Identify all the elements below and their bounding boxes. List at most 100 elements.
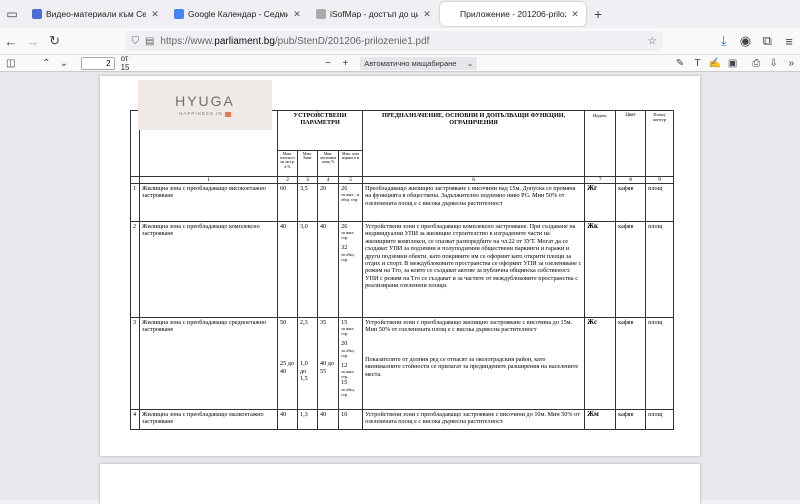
density-cell: 40 <box>277 409 298 430</box>
column-number: 5 <box>338 176 364 184</box>
menu-icon[interactable]: ≡ <box>778 30 800 52</box>
description-cell: Устройствени зони с преобладаващо компле… <box>362 221 586 318</box>
highlight-icon[interactable]: ✎ <box>671 55 689 71</box>
forward-icon[interactable]: → <box>22 30 44 52</box>
pdf-viewer[interactable]: УСТРОЙСТВЕНИ ПАРАМЕТРИ ПРЕДНАЗНАЧЕНИЕ, О… <box>0 72 800 504</box>
color-cell: кафяв <box>615 221 647 318</box>
extensions-icon[interactable]: ⧉ <box>756 30 778 52</box>
pdf-next-page <box>100 464 700 504</box>
more-tools-icon[interactable]: » <box>782 55 800 71</box>
height-cell: 10 <box>338 409 364 430</box>
density-cell: 50 25 до 40 <box>277 317 298 410</box>
fill-cell: площ <box>645 409 675 430</box>
reload-icon[interactable]: ↻ <box>44 30 66 52</box>
close-tab-icon[interactable]: ✕ <box>292 9 302 20</box>
column-number: 8 <box>615 176 647 184</box>
browser-tab[interactable]: Приложение - 201206-prilozenie1✕ <box>440 2 586 26</box>
new-tab-button[interactable]: + <box>594 6 602 22</box>
page-number-input[interactable] <box>80 56 115 70</box>
browser-tab[interactable]: Google Календар - Седмицата✕ <box>168 2 308 26</box>
zone-name: Жилищна зона с преобладаващо средноетажн… <box>139 317 278 410</box>
tab-list-icon[interactable]: ▭ <box>0 2 24 26</box>
green-cell: 35 40 до 55 <box>316 317 340 410</box>
column-number: 1 <box>139 176 278 184</box>
browser-tab[interactable]: iSofMap - достъп до цифрови данни✕ <box>310 2 438 26</box>
close-tab-icon[interactable]: ✕ <box>570 9 580 20</box>
column-number: 2 <box>277 176 298 184</box>
sidebar-toggle-icon[interactable]: ◫ <box>2 55 20 71</box>
table-row: 1 Жилищна зона с преобладаващо високоетаж… <box>130 183 675 222</box>
color-cell: кафяв <box>615 409 647 430</box>
density-cell: 60 <box>277 183 298 222</box>
browser-tab[interactable]: Видео-материали към Серти✕ <box>26 2 166 26</box>
sub-header: Мин. озеленена площ % <box>316 150 340 177</box>
height-cell: 15 за жил. стр. 20 за общ. стр. 12 за жил. ст… <box>338 317 364 410</box>
kint-cell: 1,3 <box>297 409 318 430</box>
zone-name: Жилищна зона с преобладаващо малкоетажно… <box>139 409 278 430</box>
column-number: 9 <box>645 176 675 184</box>
regulation-table: УСТРОЙСТВЕНИ ПАРАМЕТРИ ПРЕДНАЗНАЧЕНИЕ, О… <box>130 110 675 430</box>
sub-header: Макс. кота корниз в м <box>338 150 364 177</box>
table-row: 2 Жилищна зона с преобладаващо комплексно… <box>130 221 675 318</box>
save-icon[interactable]: ⇩ <box>765 55 783 71</box>
bookmark-star-icon[interactable]: ☆ <box>648 36 657 47</box>
fill-cell: площ <box>645 317 675 410</box>
table-row: 4 Жилищна зона с преобладаващо малкоетажн… <box>130 409 675 430</box>
image-icon[interactable]: ▣ <box>724 55 742 71</box>
index-header: Индекс <box>584 110 617 177</box>
print-icon[interactable]: ⎙ <box>747 55 765 71</box>
zoom-in-icon[interactable]: + <box>337 55 355 71</box>
shield-icon[interactable]: ⛉ <box>131 36 139 47</box>
column-number: 3 <box>297 176 318 184</box>
table-row: 3 Жилищна зона с преобладаващо средноетаж… <box>130 317 675 410</box>
zone-name: Жилищна зона с преобладаващо комплексно … <box>139 221 278 318</box>
index-cell: Жм <box>584 409 617 430</box>
zone-name: Жилищна зона с преобладаващо високоетажн… <box>139 183 278 222</box>
column-number: 4 <box>316 176 340 184</box>
description-cell: Устройствени зони с преобладаващо жилищн… <box>362 317 586 410</box>
green-cell: 40 <box>316 221 340 318</box>
zoom-out-icon[interactable]: − <box>319 55 337 71</box>
url-bar[interactable]: ⛉ ▤ https://www.parliament.bg/pub/StenD/… <box>125 31 663 51</box>
kint-cell: 3,5 <box>297 183 318 222</box>
color-header: Цвят <box>615 110 647 177</box>
fill-cell: площ <box>645 221 675 318</box>
index-cell: Жк <box>584 221 617 318</box>
account-icon[interactable]: ◉ <box>735 30 757 52</box>
tab-favicon-icon <box>32 9 42 19</box>
green-cell: 20 <box>316 183 340 222</box>
close-tab-icon[interactable]: ✕ <box>422 9 432 20</box>
purpose-header: ПРЕДНАЗНАЧЕНИЕ, ОСНОВНИ И ДОПЪЛВАЩИ ФУНК… <box>362 110 586 177</box>
green-cell: 40 <box>316 409 340 430</box>
page-count: от 15 <box>120 54 130 72</box>
kint-cell: 2,3 1,0 до 1,5 <box>297 317 318 410</box>
column-number: 7 <box>584 176 617 184</box>
tab-favicon-icon <box>446 9 456 19</box>
color-cell: кафяв <box>615 317 647 410</box>
previous-page-icon[interactable]: ⌃ <box>38 55 56 71</box>
tab-bar: ▭ Видео-материали към Серти✕Google Кален… <box>0 0 800 28</box>
text-icon[interactable]: T <box>689 55 707 71</box>
download-icon[interactable]: ⤓ <box>713 30 735 52</box>
density-cell: 40 <box>277 221 298 318</box>
pdf-file-icon[interactable]: ▤ <box>145 36 154 47</box>
color-cell: кафяв <box>615 183 647 222</box>
hyuga-logo: HYUGA HAPPINESS IN <box>138 80 272 130</box>
column-numbers-row: 123456789 <box>130 176 675 184</box>
close-tab-icon[interactable]: ✕ <box>150 9 160 20</box>
sub-header: Макс. Кинт <box>297 150 318 177</box>
next-page-icon[interactable]: ⌄ <box>55 55 73 71</box>
pdf-page: УСТРОЙСТВЕНИ ПАРАМЕТРИ ПРЕДНАЗНАЧЕНИЕ, О… <box>100 76 700 456</box>
height-cell: 26 за жил., и общ. стр. <box>338 183 364 222</box>
zoom-select[interactable]: Автоматично мащабиране ⌄ <box>360 56 478 70</box>
description-cell: Преобладаващо жилищно застрояване с висо… <box>362 183 586 222</box>
chevron-down-icon: ⌄ <box>467 58 474 68</box>
column-number: 6 <box>362 176 586 184</box>
draw-icon[interactable]: ✍ <box>706 55 724 71</box>
tab-favicon-icon <box>174 9 184 19</box>
description-cell: Устройствени зони с преобладаващо застро… <box>362 409 586 430</box>
navigation-bar: ← → ↻ ⛉ ▤ https://www.parliament.bg/pub/… <box>0 28 800 54</box>
fill-cell: площ <box>645 183 675 222</box>
back-icon[interactable]: ← <box>0 30 22 52</box>
height-cell: 26 за жил. стр. 32 за общ. стр. <box>338 221 364 318</box>
